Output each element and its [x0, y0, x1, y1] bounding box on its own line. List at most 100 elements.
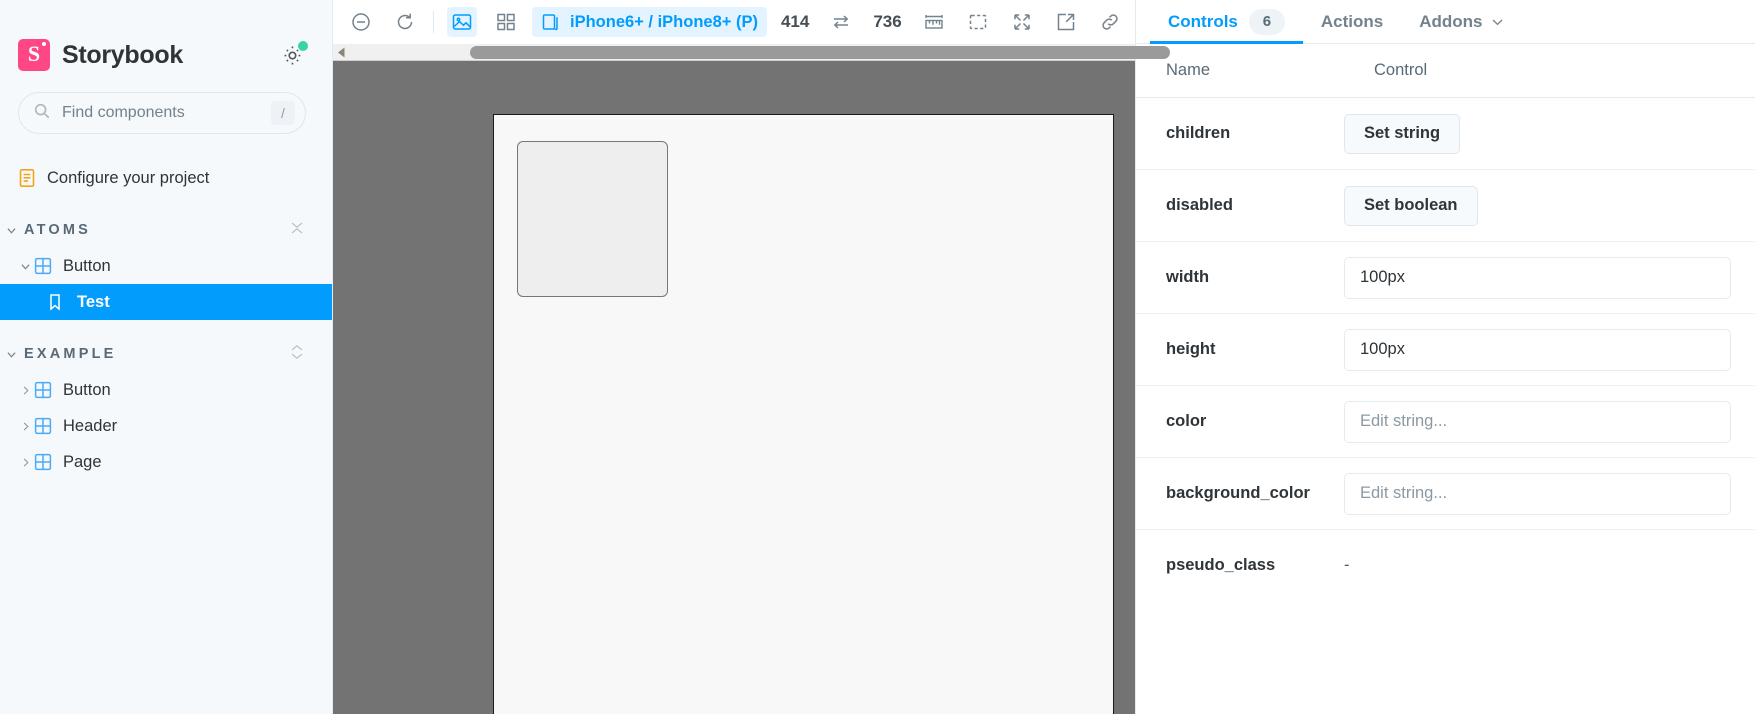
- sidebar-item-label: Button: [63, 256, 111, 275]
- chevron-right-icon: [18, 458, 32, 467]
- viewport-selector[interactable]: iPhone6+ / iPhone8+ (P): [532, 7, 767, 37]
- control-arg-name: pseudo_class: [1166, 556, 1276, 574]
- component-grid-icon: [34, 417, 54, 435]
- color-input[interactable]: [1344, 400, 1731, 443]
- toolbar-divider: [433, 11, 434, 33]
- component-grid-icon: [34, 257, 54, 275]
- sidebar-group-label-atoms: ATOMS: [24, 222, 92, 238]
- tab-controls[interactable]: Controls 6: [1150, 0, 1303, 44]
- controls-count-badge: 6: [1248, 8, 1285, 35]
- control-arg-name: disabled: [1166, 196, 1233, 214]
- swap-arrows-icon[interactable]: [826, 7, 856, 37]
- preview-area: iPhone6+ / iPhone8+ (P) 414 736: [333, 0, 1170, 714]
- tab-addons[interactable]: Addons: [1401, 0, 1520, 43]
- story-iframe: [493, 114, 1114, 714]
- pseudo-class-value: -: [1344, 556, 1350, 574]
- chevrons-expand-icon[interactable]: [290, 343, 304, 366]
- sidebar-item-label: Page: [63, 452, 102, 471]
- document-icon: [18, 168, 38, 188]
- link-icon[interactable]: [1095, 7, 1125, 37]
- addons-panel: Controls 6 Actions Addons Name Control c…: [1135, 0, 1755, 714]
- sidebar-item-example-header[interactable]: Header: [0, 408, 332, 444]
- sidebar-item-example-page[interactable]: Page: [0, 444, 332, 480]
- search-placeholder: Find components: [62, 104, 185, 121]
- rendered-button-component[interactable]: [517, 141, 668, 297]
- reset-zoom-icon[interactable]: [390, 7, 420, 37]
- sidebar-item-label: Test: [77, 292, 110, 311]
- control-arg-name: background_color: [1166, 484, 1310, 502]
- component-grid-icon: [34, 381, 54, 399]
- grid-icon[interactable]: [491, 7, 521, 37]
- scrollbar-thumb[interactable]: [470, 45, 1170, 59]
- viewport-label: iPhone6+ / iPhone8+ (P): [570, 12, 758, 31]
- chevron-down-icon: [18, 262, 32, 271]
- brand-title: Storybook: [62, 40, 183, 69]
- search-icon: [33, 102, 51, 125]
- tab-addons-label: Addons: [1419, 11, 1483, 31]
- background-color-input[interactable]: [1344, 472, 1731, 515]
- table-row: height: [1136, 314, 1755, 386]
- sidebar-item-configure-your-project[interactable]: Configure your project: [0, 160, 332, 196]
- chevrons-collapse-icon[interactable]: [290, 219, 304, 242]
- chevron-down-icon: [4, 350, 18, 359]
- controls-table: Name Control children Set string disable…: [1136, 44, 1755, 714]
- control-cell: -: [1344, 530, 1755, 601]
- gear-icon[interactable]: [280, 41, 308, 68]
- sidebar-group-atoms[interactable]: ATOMS: [0, 212, 332, 248]
- control-cell: [1344, 314, 1755, 385]
- table-header-row: Name Control: [1136, 44, 1755, 98]
- chevron-right-icon: [18, 422, 32, 431]
- viewport-width-value: 414: [780, 12, 810, 31]
- settings-status-dot: [298, 41, 308, 51]
- table-row: pseudo_class -: [1136, 530, 1755, 601]
- table-row: width: [1136, 242, 1755, 314]
- sidebar-group-example[interactable]: EXAMPLE: [0, 336, 332, 372]
- table-row: background_color: [1136, 458, 1755, 530]
- chevron-right-icon: [18, 386, 32, 395]
- control-arg-name: height: [1166, 340, 1216, 358]
- storybook-logo-icon: S: [18, 39, 50, 71]
- column-header-control: Control: [1374, 61, 1428, 79]
- control-cell: [1344, 242, 1755, 313]
- bookmark-icon: [48, 293, 68, 311]
- set-boolean-button[interactable]: Set boolean: [1344, 185, 1478, 226]
- sidebar-item-label: Button: [63, 380, 111, 399]
- table-row: children Set string: [1136, 98, 1755, 170]
- open-in-new-tab-icon[interactable]: [1051, 7, 1081, 37]
- preview-canvas: [333, 61, 1135, 714]
- control-arg-name: color: [1166, 412, 1207, 430]
- control-cell: Set boolean: [1344, 170, 1755, 241]
- measure-ruler-icon[interactable]: [919, 7, 949, 37]
- control-arg-name: children: [1166, 124, 1231, 142]
- search-input[interactable]: Find components /: [18, 92, 306, 134]
- storybook-app: S Storybook Find components / Configure …: [0, 0, 1755, 714]
- height-input[interactable]: [1344, 328, 1731, 371]
- sidebar-item-example-button[interactable]: Button: [0, 372, 332, 408]
- width-input[interactable]: [1344, 256, 1731, 299]
- tab-controls-label: Controls: [1168, 11, 1238, 31]
- storybook-logo-letter: S: [27, 41, 41, 66]
- preview-horizontal-scrollbar[interactable]: [333, 44, 1170, 61]
- scrollbar-track[interactable]: [350, 44, 1170, 61]
- expand-fullscreen-icon[interactable]: [1007, 7, 1037, 37]
- control-cell: Set string: [1344, 98, 1755, 169]
- zoom-out-icon[interactable]: [346, 7, 376, 37]
- component-tree: Configure your project ATOMS Button Test…: [0, 160, 332, 480]
- outline-focus-icon[interactable]: [963, 7, 993, 37]
- tab-actions[interactable]: Actions: [1303, 0, 1401, 43]
- preview-toolbar: iPhone6+ / iPhone8+ (P) 414 736: [333, 0, 1135, 44]
- panel-tab-bar: Controls 6 Actions Addons: [1136, 0, 1755, 44]
- sidebar-item-label: Header: [63, 416, 118, 435]
- tab-actions-label: Actions: [1320, 11, 1384, 31]
- backgrounds-image-icon[interactable]: [447, 7, 477, 37]
- chevron-down-icon: [1492, 18, 1503, 26]
- sidebar-configure-label: Configure your project: [47, 168, 210, 187]
- component-grid-icon: [34, 453, 54, 471]
- sidebar-item-atoms-button[interactable]: Button: [0, 248, 332, 284]
- sidebar-item-atoms-button-test[interactable]: Test: [0, 284, 332, 320]
- sidebar: S Storybook Find components / Configure …: [0, 0, 333, 714]
- viewport-device-icon: [541, 12, 561, 32]
- set-string-button[interactable]: Set string: [1344, 113, 1461, 154]
- sidebar-header: S Storybook: [0, 0, 332, 78]
- scroll-left-arrow-icon[interactable]: [333, 44, 350, 61]
